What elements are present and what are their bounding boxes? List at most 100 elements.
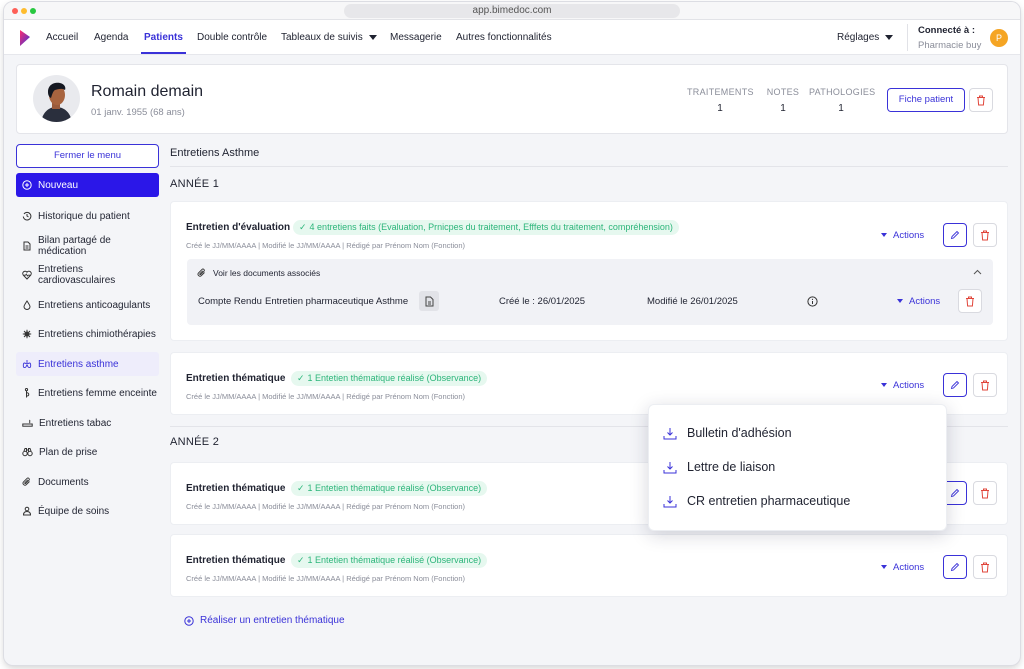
nav-autres-fonctionnalites[interactable]: Autres fonctionnalités bbox=[456, 32, 552, 43]
dropdown-item-bulletin[interactable]: Bulletin d'adhésion bbox=[663, 426, 792, 440]
delete-button[interactable] bbox=[973, 373, 997, 397]
actions-menu[interactable]: Actions bbox=[881, 562, 924, 573]
patient-avatar bbox=[33, 75, 80, 122]
file-icon bbox=[425, 296, 433, 306]
sidebar-item-tabac[interactable]: Entretiens tabac bbox=[16, 411, 159, 435]
sidebar-item-asthme[interactable]: Entretiens asthme bbox=[16, 352, 159, 376]
check-icon: ✓ bbox=[297, 483, 305, 493]
pregnant-icon bbox=[24, 388, 30, 398]
paperclip-icon bbox=[197, 268, 205, 277]
stat-notes-label: NOTES bbox=[766, 87, 800, 97]
sidebar-item-label: Bilan partagé de médication bbox=[38, 235, 111, 257]
sidebar-item-documents[interactable]: Documents bbox=[16, 470, 159, 494]
title-divider bbox=[170, 166, 1008, 167]
pencil-icon bbox=[950, 380, 960, 390]
document-file-button[interactable] bbox=[419, 291, 439, 311]
new-button[interactable]: Nouveau bbox=[16, 173, 159, 197]
drop-icon bbox=[23, 300, 31, 310]
year-2-heading: ANNÉE 2 bbox=[170, 436, 220, 448]
pharmacy-name: Pharmacie buy bbox=[918, 40, 982, 51]
edit-button[interactable] bbox=[943, 555, 967, 579]
download-icon bbox=[663, 461, 677, 473]
realiser-entretien-link[interactable]: Réaliser un entretien thématique bbox=[184, 615, 345, 626]
sidebar-item-plan-de-prise[interactable]: Plan de prise bbox=[16, 440, 159, 464]
nav-tableaux-de-suivis[interactable]: Tableaux de suivis bbox=[281, 32, 377, 43]
trash-icon bbox=[981, 380, 989, 390]
bimedoc-logo[interactable] bbox=[18, 30, 32, 46]
patient-birthdate: 01 janv. 1955 (68 ans) bbox=[91, 107, 185, 118]
document-icon bbox=[23, 241, 31, 251]
badge-text: 1 Entetien thématique réalisé (Observanc… bbox=[307, 555, 482, 565]
pencil-icon bbox=[950, 488, 960, 498]
sidebar-item-cardiovasculaires[interactable]: Entretiens cardiovasculaires bbox=[16, 263, 159, 287]
dropdown-item-cr-entretien[interactable]: CR entretien pharmaceutique bbox=[663, 494, 850, 508]
dropdown-item-lettre[interactable]: Lettre de liaison bbox=[663, 460, 775, 474]
edit-button[interactable] bbox=[943, 373, 967, 397]
entretien-card: Entretien thématique ✓ 1 Entetien thémati… bbox=[170, 534, 1008, 597]
delete-document-button[interactable] bbox=[958, 289, 982, 313]
nav-agenda[interactable]: Agenda bbox=[94, 32, 128, 43]
sidebar-item-anticoagulants[interactable]: Entretiens anticoagulants bbox=[16, 293, 159, 317]
settings-label: Réglages bbox=[837, 32, 880, 43]
settings-menu[interactable]: Réglages bbox=[837, 32, 894, 43]
team-icon bbox=[22, 506, 32, 516]
actions-menu[interactable]: Actions bbox=[881, 380, 924, 391]
entretien-card: Entretien d'évaluation ✓ 4 entretiens fai… bbox=[170, 201, 1008, 341]
chevron-down-icon bbox=[885, 34, 894, 40]
card-meta: Créé le JJ/MM/AAAA | Modifié le JJ/MM/AA… bbox=[186, 502, 465, 511]
delete-button[interactable] bbox=[973, 223, 997, 247]
actions-label: Actions bbox=[893, 230, 925, 241]
minimize-window-dot[interactable] bbox=[21, 8, 27, 14]
sidebar-item-chimiotherapies[interactable]: Entretiens chimiothérapies bbox=[16, 322, 159, 346]
sidebar-item-bilan[interactable]: Bilan partagé de médication bbox=[16, 234, 159, 258]
document-actions-menu[interactable]: Actions bbox=[897, 296, 940, 307]
sidebar-item-label: Plan de prise bbox=[39, 446, 98, 458]
check-icon: ✓ bbox=[299, 222, 307, 232]
document-type: Compte Rendu bbox=[198, 296, 262, 307]
delete-button[interactable] bbox=[973, 481, 997, 505]
nav-messagerie[interactable]: Messagerie bbox=[390, 32, 442, 43]
actions-dropdown-menu: Bulletin d'adhésion Lettre de liaison CR… bbox=[648, 404, 947, 531]
caret-down-icon bbox=[881, 233, 887, 238]
nav-double-controle[interactable]: Double contrôle bbox=[197, 32, 267, 43]
nav-accueil[interactable]: Accueil bbox=[46, 32, 78, 43]
user-avatar[interactable]: P bbox=[990, 29, 1008, 47]
paperclip-icon bbox=[22, 477, 30, 486]
browser-chrome: app.bimedoc.com bbox=[4, 2, 1020, 20]
nav-patients[interactable]: Patients bbox=[144, 32, 183, 43]
close-window-dot[interactable] bbox=[12, 8, 18, 14]
sidebar-item-femme-enceinte[interactable]: Entretiens femme enceinte bbox=[16, 381, 159, 405]
info-icon[interactable] bbox=[807, 296, 818, 307]
chevron-up-icon[interactable] bbox=[973, 269, 982, 275]
trash-icon bbox=[981, 488, 989, 498]
status-badge: ✓ 1 Entetien thématique réalisé (Observan… bbox=[291, 481, 488, 496]
delete-button[interactable] bbox=[973, 555, 997, 579]
maximize-window-dot[interactable] bbox=[30, 8, 36, 14]
sidebar-item-label: Entretiens anticoagulants bbox=[38, 299, 151, 311]
sidebar-item-historique[interactable]: Historique du patient bbox=[16, 204, 159, 228]
connected-label: Connecté à : bbox=[918, 25, 976, 36]
delete-patient-button[interactable] bbox=[969, 88, 993, 112]
card-title: Entretien thématique bbox=[186, 373, 286, 384]
sidebar-item-label: Historique du patient bbox=[38, 210, 130, 222]
document-name: Entretien pharmaceutique Asthme bbox=[265, 296, 409, 307]
nav-divider bbox=[907, 24, 908, 51]
pencil-icon bbox=[950, 562, 960, 572]
view-documents-link[interactable]: Voir les documents associés bbox=[197, 268, 320, 278]
url-bar[interactable]: app.bimedoc.com bbox=[344, 4, 680, 18]
edit-button[interactable] bbox=[943, 223, 967, 247]
top-navigation: Accueil Agenda Patients Double contrôle … bbox=[4, 20, 1020, 55]
sidebar-item-label: Entretiens asthme bbox=[38, 358, 119, 370]
sidebar-item-equipe[interactable]: Équipe de soins bbox=[16, 499, 159, 523]
card-title: Entretien thématique bbox=[186, 483, 286, 494]
view-documents-label: Voir les documents associés bbox=[213, 268, 321, 278]
dropdown-item-label: Bulletin d'adhésion bbox=[687, 426, 792, 440]
actions-menu[interactable]: Actions bbox=[881, 230, 924, 241]
card-meta: Créé le JJ/MM/AAAA | Modifié le JJ/MM/AA… bbox=[186, 392, 465, 401]
close-menu-button[interactable]: Fermer le menu bbox=[16, 144, 159, 168]
virus-icon bbox=[22, 329, 32, 339]
browser-window: app.bimedoc.com Accueil Agenda Patients … bbox=[4, 2, 1020, 665]
download-icon bbox=[663, 427, 677, 439]
fiche-patient-button[interactable]: Fiche patient bbox=[887, 88, 965, 112]
lungs-icon bbox=[22, 360, 32, 369]
